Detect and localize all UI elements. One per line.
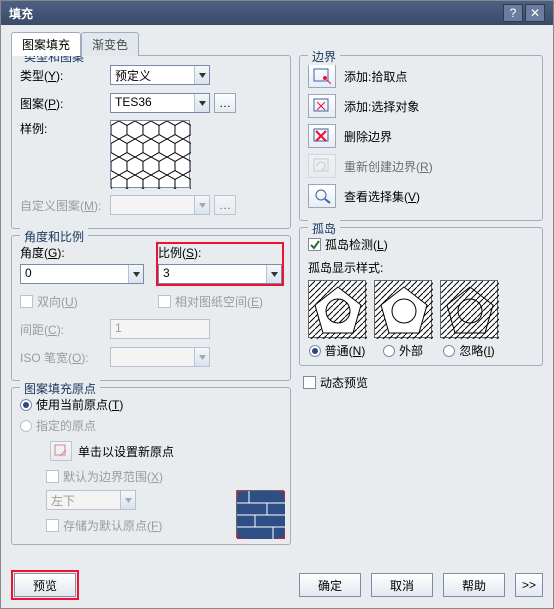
tab-hatch[interactable]: 图案填充: [11, 32, 81, 56]
add-pick-point-row[interactable]: 添加:拾取点: [308, 64, 534, 88]
chevron-down-icon: [266, 265, 281, 283]
titlebar: 填充 ? ✕: [1, 1, 553, 25]
island-style-normal-preview[interactable]: [308, 280, 366, 338]
angle-scale-group: 角度和比例 角度(G): 0 比例(S): 3: [11, 235, 291, 381]
click-new-origin-label: 单击以设置新原点: [78, 443, 174, 460]
origin-position-combo: 左下: [46, 490, 136, 510]
add-select-objects-row[interactable]: 添加:选择对象: [308, 94, 534, 118]
type-pattern-group: 类型和图案 类型(Y): 预定义 图案(P): TES36: [11, 55, 291, 229]
chevron-down-icon: [194, 348, 209, 366]
recreate-boundary-row: 重新创建边界(R): [308, 154, 534, 178]
radio-island-normal[interactable]: 普通(N): [309, 342, 366, 359]
pattern-swatch[interactable]: [110, 120, 190, 188]
paper-space-checkbox: 相对图纸空间(E): [158, 293, 282, 310]
island-detection-checkbox[interactable]: 孤岛检测(L): [308, 236, 534, 253]
preview-highlight: 预览: [11, 570, 79, 600]
iso-pen-label: ISO 笔宽(O):: [20, 349, 110, 366]
island-style-label: 孤岛显示样式:: [308, 259, 534, 276]
island-group: 孤岛 孤岛检测(L) 孤岛显示样式: 普通(N) 外部: [299, 227, 543, 366]
radio-island-ignore[interactable]: 忽略(I): [443, 342, 494, 359]
pick-origin-button: [50, 441, 72, 461]
spacing-label: 间距(C):: [20, 321, 110, 338]
radio-specified-origin[interactable]: 指定的原点: [20, 417, 282, 434]
chevron-down-icon: [194, 94, 209, 112]
view-selection-icon: [308, 184, 336, 208]
chevron-down-icon: [128, 265, 143, 283]
ok-button[interactable]: 确定: [299, 573, 361, 597]
chevron-down-icon: [194, 66, 209, 84]
help-button[interactable]: 帮助: [443, 573, 505, 597]
type-label: 类型(Y):: [20, 67, 110, 84]
angle-scale-title: 角度和比例: [20, 228, 88, 245]
angle-label: 角度(G):: [20, 244, 144, 261]
remove-boundary-icon: [308, 124, 336, 148]
scale-label: 比例(S):: [158, 244, 282, 261]
island-style-outer-preview[interactable]: [374, 280, 432, 338]
preview-button[interactable]: 预览: [14, 573, 76, 597]
radio-island-outer[interactable]: 外部: [383, 342, 423, 359]
ellipsis-icon: …: [219, 198, 231, 212]
pick-point-icon: [308, 64, 336, 88]
recreate-boundary-icon: [308, 154, 336, 178]
view-selection-row[interactable]: 查看选择集(V): [308, 184, 534, 208]
iso-pen-combo: [110, 347, 210, 367]
pattern-browse-button[interactable]: …: [214, 93, 236, 113]
close-title-button[interactable]: ✕: [525, 4, 545, 22]
spacing-input: 1: [110, 319, 210, 339]
custom-pattern-label: 自定义图案(M):: [20, 197, 110, 214]
select-objects-icon: [308, 94, 336, 118]
custom-browse-button: …: [214, 195, 236, 215]
expand-button[interactable]: >>: [515, 573, 543, 597]
double-checkbox: 双向(U): [20, 293, 144, 310]
tab-gradient[interactable]: 渐变色: [81, 32, 139, 56]
dynamic-preview-checkbox[interactable]: 动态预览: [303, 374, 543, 391]
origin-title: 图案填充原点: [20, 380, 100, 397]
scale-combo[interactable]: 3: [158, 264, 282, 284]
boundary-title: 边界: [308, 48, 340, 65]
tab-strip: 图案填充 渐变色: [11, 31, 543, 55]
cancel-button[interactable]: 取消: [371, 573, 433, 597]
remove-boundary-row[interactable]: 删除边界: [308, 124, 534, 148]
island-title: 孤岛: [308, 220, 340, 237]
title: 填充: [9, 5, 501, 22]
hatch-dialog: 填充 ? ✕ 图案填充 渐变色 类型和图案 类型(Y): 预定义: [0, 0, 554, 609]
sample-label: 样例:: [20, 120, 110, 137]
island-style-ignore-preview[interactable]: [440, 280, 498, 338]
custom-pattern-combo: [110, 195, 210, 215]
origin-preview-swatch: [236, 490, 284, 538]
chevron-down-icon: [120, 491, 135, 509]
chevron-down-icon: [194, 196, 209, 214]
default-boundary-extent-checkbox: 默认为边界范围(X): [46, 468, 282, 485]
origin-group: 图案填充原点 使用当前原点(T) 指定的原点 单击以设置新原点 默认为边界范围(…: [11, 387, 291, 545]
ellipsis-icon: …: [219, 96, 231, 110]
angle-combo[interactable]: 0: [20, 264, 144, 284]
pattern-combo[interactable]: TES36: [110, 93, 210, 113]
boundary-group: 边界 添加:拾取点 添加:选择对象 删除边界: [299, 55, 543, 221]
help-title-button[interactable]: ?: [503, 4, 523, 22]
type-combo[interactable]: 预定义: [110, 65, 210, 85]
radio-use-current-origin[interactable]: 使用当前原点(T): [20, 396, 282, 413]
button-bar: 预览 确定 取消 帮助 >>: [11, 570, 543, 600]
pattern-label: 图案(P):: [20, 95, 110, 112]
